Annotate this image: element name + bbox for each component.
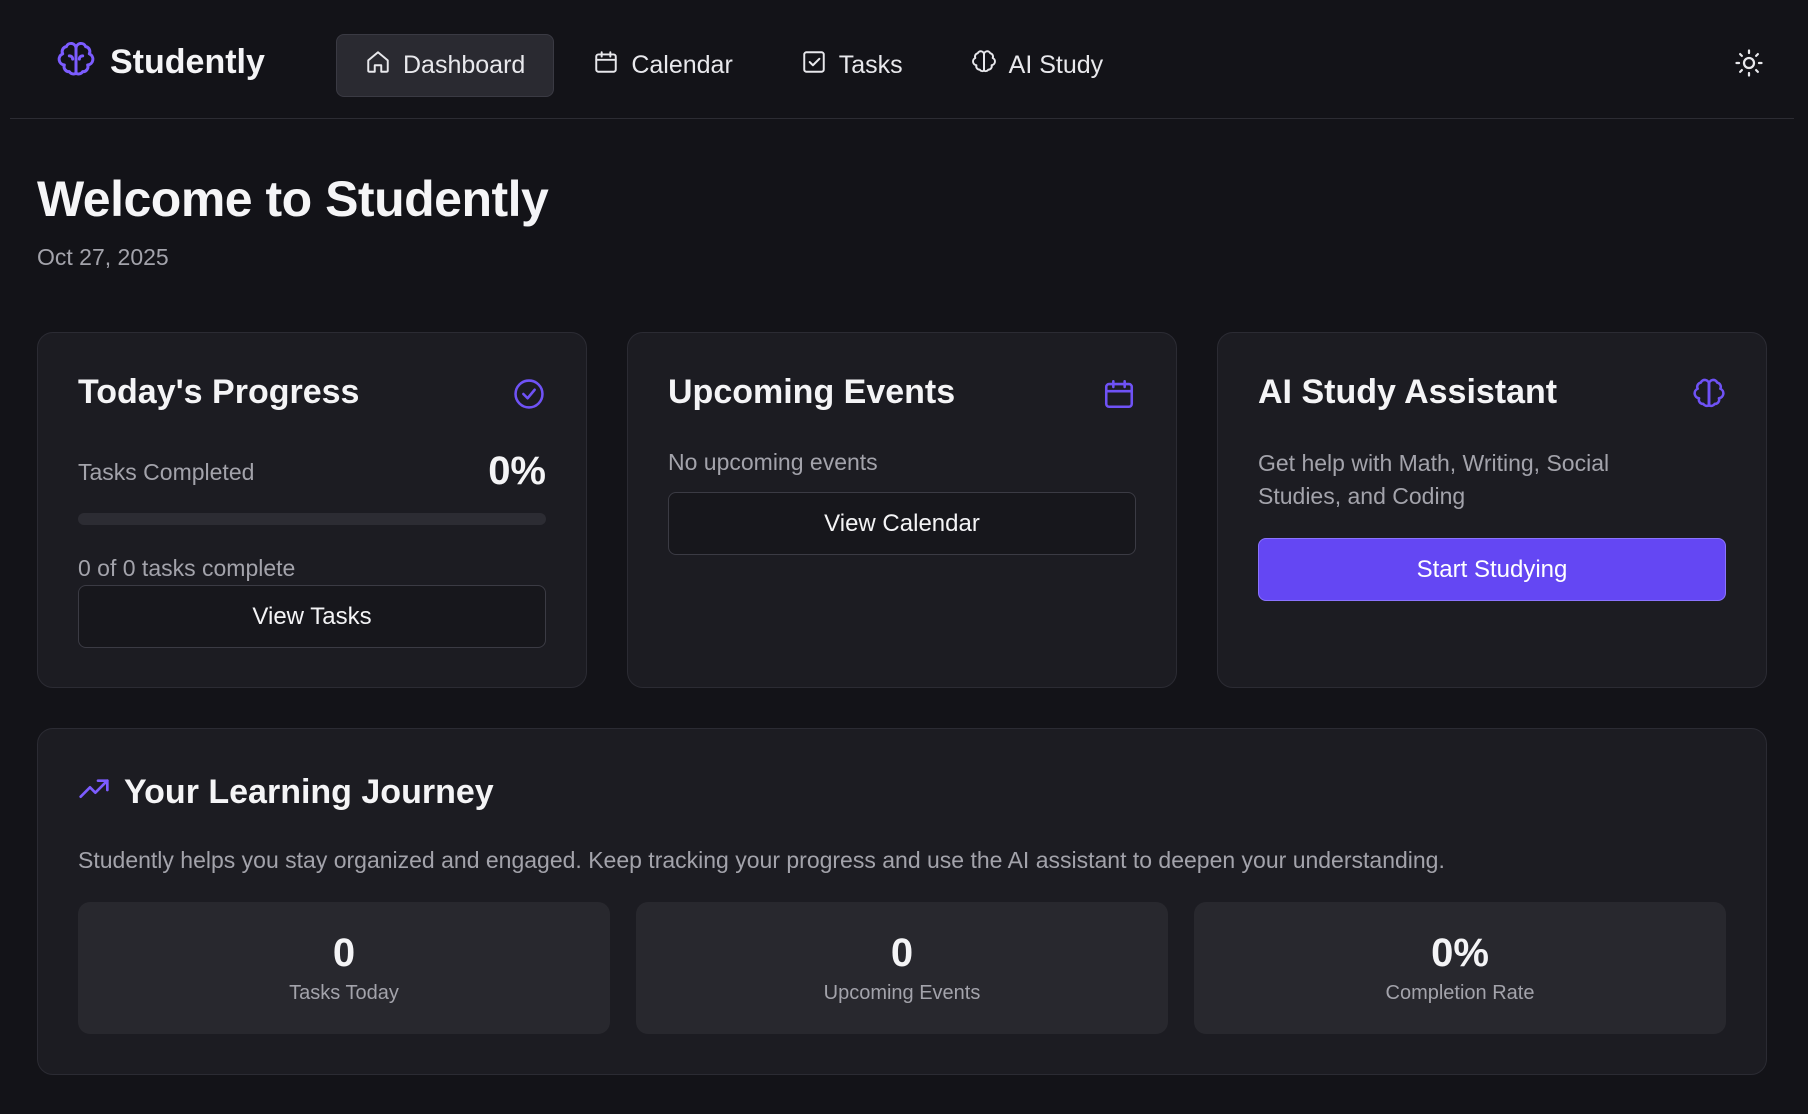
nav-label: Tasks bbox=[838, 51, 903, 79]
stat-label: Upcoming Events bbox=[823, 982, 981, 1004]
stat-completion-rate: 0% Completion Rate bbox=[1194, 902, 1726, 1034]
journey-header: Your Learning Journey bbox=[78, 773, 494, 812]
checkbox-icon bbox=[801, 49, 827, 82]
progress-card: Today's Progress Tasks Completed 0% 0 of… bbox=[37, 332, 587, 688]
calendar-icon bbox=[593, 49, 619, 82]
card-title: Today's Progress bbox=[78, 373, 360, 411]
view-calendar-button[interactable]: View Calendar bbox=[668, 492, 1136, 555]
stat-label: Completion Rate bbox=[1385, 982, 1535, 1004]
progress-bar bbox=[78, 513, 546, 525]
journey-title: Your Learning Journey bbox=[124, 773, 494, 811]
main-nav: Dashboard Calendar Tasks AI Study bbox=[336, 34, 1132, 97]
ai-assistant-card: AI Study Assistant Get help with Math, W… bbox=[1217, 332, 1767, 688]
card-title: Upcoming Events bbox=[668, 373, 956, 411]
tasks-completed-label: Tasks Completed bbox=[78, 459, 255, 485]
welcome-section: Welcome to Studently Oct 27, 2025 bbox=[37, 170, 549, 271]
stat-value: 0 bbox=[332, 931, 356, 975]
nav-tasks[interactable]: Tasks bbox=[772, 34, 932, 97]
top-navbar: Studently Dashboard Calendar Tasks AI St… bbox=[10, 0, 1794, 119]
stat-upcoming-events: 0 Upcoming Events bbox=[636, 902, 1168, 1034]
brand-name: Studently bbox=[110, 43, 265, 81]
start-studying-button[interactable]: Start Studying bbox=[1258, 538, 1726, 601]
nav-calendar[interactable]: Calendar bbox=[564, 34, 761, 97]
brain-icon bbox=[56, 40, 96, 85]
stat-label: Tasks Today bbox=[289, 982, 399, 1004]
calendar-icon bbox=[1102, 377, 1136, 411]
nav-label: Calendar bbox=[631, 51, 733, 79]
nav-ai-study[interactable]: AI Study bbox=[942, 34, 1133, 97]
current-date: Oct 27, 2025 bbox=[37, 244, 169, 270]
journey-description: Studently helps you stay organized and e… bbox=[78, 847, 1445, 873]
tasks-completed-value: 0% bbox=[488, 449, 546, 493]
ai-description: Get help with Math, Writing, Social Stud… bbox=[1258, 450, 1610, 509]
card-title: AI Study Assistant bbox=[1258, 373, 1558, 411]
home-icon bbox=[365, 49, 391, 82]
brand-logo[interactable]: Studently bbox=[56, 40, 265, 85]
nav-label: AI Study bbox=[1008, 51, 1104, 79]
stat-tasks-today: 0 Tasks Today bbox=[78, 902, 610, 1034]
stat-value: 0 bbox=[890, 931, 914, 975]
brain-icon bbox=[1692, 377, 1726, 411]
check-circle-icon bbox=[512, 377, 546, 411]
nav-label: Dashboard bbox=[403, 51, 526, 79]
view-tasks-button[interactable]: View Tasks bbox=[78, 585, 546, 648]
theme-toggle-button[interactable] bbox=[1734, 48, 1764, 78]
stat-value: 0% bbox=[1431, 931, 1489, 975]
nav-dashboard[interactable]: Dashboard bbox=[336, 34, 555, 97]
events-card: Upcoming Events No upcoming events View … bbox=[627, 332, 1177, 688]
sun-icon bbox=[1734, 49, 1764, 82]
no-events-text: No upcoming events bbox=[668, 449, 878, 475]
page-title: Welcome to Studently bbox=[37, 171, 549, 227]
brain-icon bbox=[971, 49, 997, 82]
tasks-summary: 0 of 0 tasks complete bbox=[78, 555, 296, 581]
learning-journey-card: Your Learning Journey Studently helps yo… bbox=[37, 728, 1767, 1075]
trending-up-icon bbox=[78, 774, 110, 811]
